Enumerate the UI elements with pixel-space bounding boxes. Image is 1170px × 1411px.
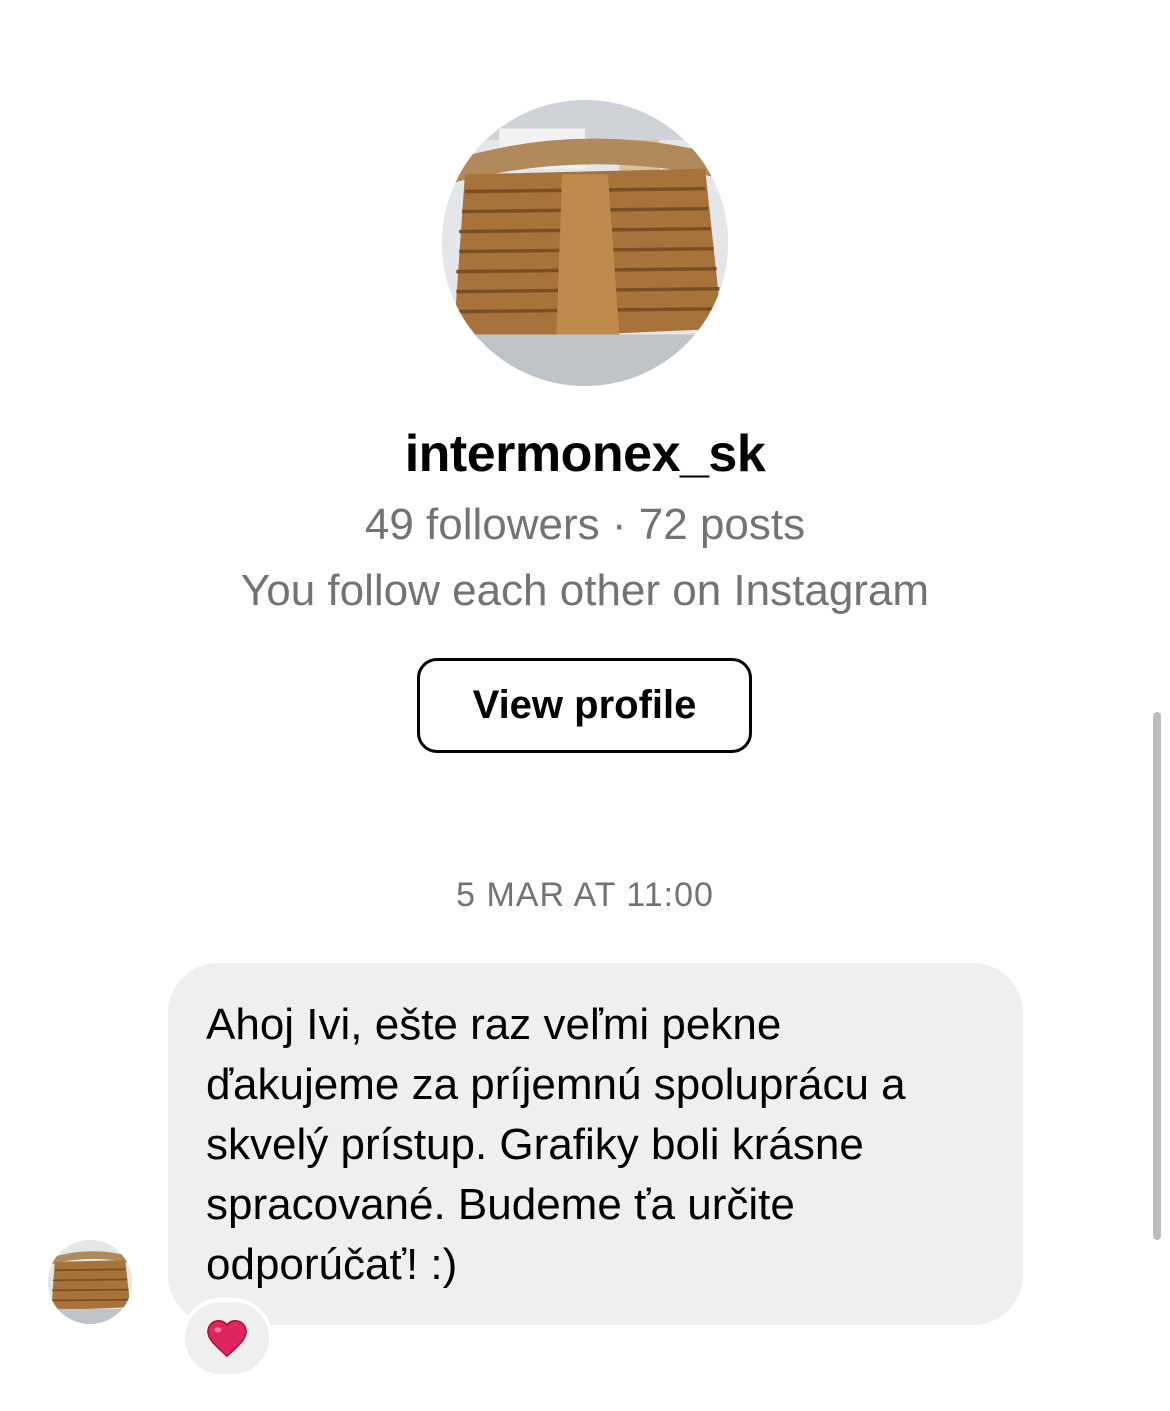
mutual-follow-note: You follow each other on Instagram xyxy=(240,566,930,615)
dm-thread-screen: intermonex_sk 49 followers · 72 posts Yo… xyxy=(0,0,1170,1411)
scrollbar[interactable] xyxy=(1153,712,1161,1240)
message-reaction[interactable] xyxy=(181,1298,273,1378)
view-profile-button[interactable]: View profile xyxy=(417,658,752,753)
stairs-photo xyxy=(442,100,728,386)
message-text: Ahoj Ivi, ešte raz veľmi pekne ďakujeme … xyxy=(206,1000,906,1289)
profile-stats: 49 followers · 72 posts xyxy=(364,500,806,549)
message-timestamp: 5 MAR AT 11:00 xyxy=(456,876,714,914)
sender-avatar[interactable] xyxy=(48,1240,132,1324)
profile-avatar[interactable] xyxy=(442,100,728,386)
red-heart-icon xyxy=(207,1319,247,1358)
message-bubble[interactable]: Ahoj Ivi, ešte raz veľmi pekne ďakujeme … xyxy=(168,963,1023,1325)
stairs-photo-small xyxy=(48,1240,132,1324)
profile-username[interactable]: intermonex_sk xyxy=(0,424,1170,484)
